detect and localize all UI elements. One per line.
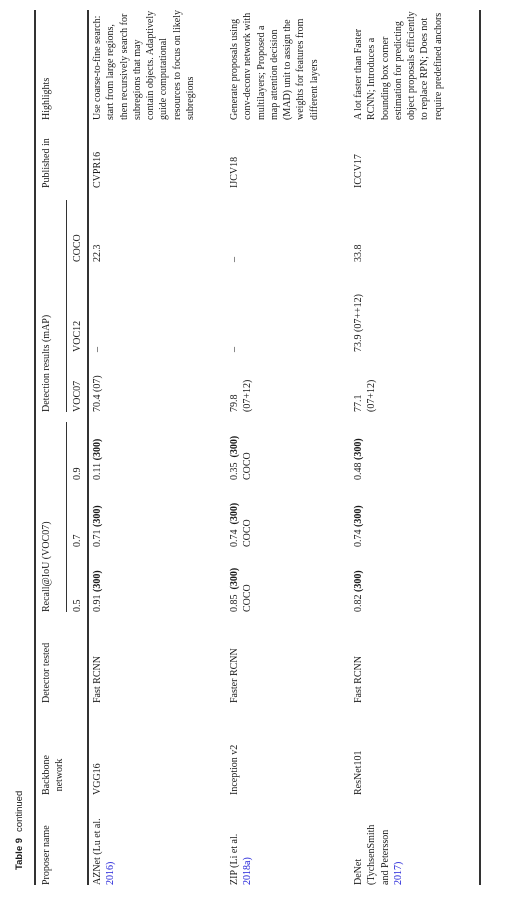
highlights: Generate proposals using conv-deconv net… [229,12,320,120]
recall-09: 0.35 (300) COCO [229,435,254,480]
published-in: IJCV18 [229,156,240,188]
highlights: Use coarse-to-fine search: start from la… [92,10,197,120]
header-recall-05: 0.5 [72,599,83,613]
voc12-result: – [229,347,240,352]
recall-05: 0.85 (300) COCO [229,567,254,612]
proposer-name: AZNet (Lu et al. 2016) [92,818,117,885]
proposer-name: DeNet (TychsenSmith and Petersson 2017) [353,824,404,885]
header-published: Published in [41,138,52,188]
header-voc12: VOC12 [72,320,83,352]
published-in: ICCV17 [353,154,364,188]
detector: Fast RCNN [353,656,364,703]
header-voc07: VOC07 [72,380,83,412]
top-rule [34,10,36,885]
proposer-name: ZIP (Li et al. 2018a) [229,833,254,885]
detection-span-rule [66,200,67,412]
recall-05: 0.91 (300) [92,570,103,612]
highlights: A lot faster than Faster RCNN; Introduce… [353,11,444,120]
bottom-rule [479,10,481,885]
header-proposer: Proposer name [41,825,52,885]
recall-07: 0.74 (300) COCO [229,502,254,547]
voc07-result: 70.4 (07) [92,375,103,412]
header-coco: COCO [72,234,83,262]
published-in: CVPR16 [92,151,103,188]
caption-text: continued [14,790,25,832]
recall-07: 0.71 (300) [92,505,103,547]
header-highlights: Highlights [41,77,52,120]
detector: Fast RCNN [92,656,103,703]
coco-result: – [229,257,240,262]
recall-span-rule [66,422,67,612]
header-backbone-line2: network [54,758,66,792]
table-caption: Table 9 continued [13,791,26,870]
header-backbone-line1: Backbone [41,755,52,795]
recall-07: 0.74 (300) [353,505,364,547]
recall-09: 0.11 (300) [92,438,103,480]
header-recall: Recall@IoU (VOC07) [41,521,52,612]
rotated-table-page: Table 9 continued Proposer name Backbone n… [0,0,513,898]
header-bottom-rule [87,10,89,885]
backbone: VGG16 [92,763,103,795]
header-detection: Detection results (mAP) [41,314,52,412]
header-recall-07: 0.7 [72,534,83,548]
recall-05: 0.82 (300) [353,570,364,612]
reference-link[interactable]: 2017) [393,862,404,885]
detector: Faster RCNN [229,648,240,703]
backbone: Inception v2 [229,744,240,795]
header-recall-09: 0.9 [72,467,83,481]
header-backbone: Backbone network [40,755,67,795]
backbone: ResNet101 [353,750,364,795]
caption-label: Table 9 [14,837,25,870]
voc07-result: 79.8 (07+12) [229,379,254,412]
recall-09: 0.48 (300) [353,438,364,480]
header-detector: Detector tested [41,642,52,703]
reference-link[interactable]: 2018a) [242,857,253,885]
voc12-result: 73.9 (07++12) [353,294,364,352]
coco-result: 33.8 [353,244,364,263]
coco-result: 22.3 [92,244,103,263]
voc07-result: 77.1 (07+12) [353,379,378,412]
voc12-result: – [92,347,103,352]
reference-link[interactable]: 2016) [105,862,116,885]
